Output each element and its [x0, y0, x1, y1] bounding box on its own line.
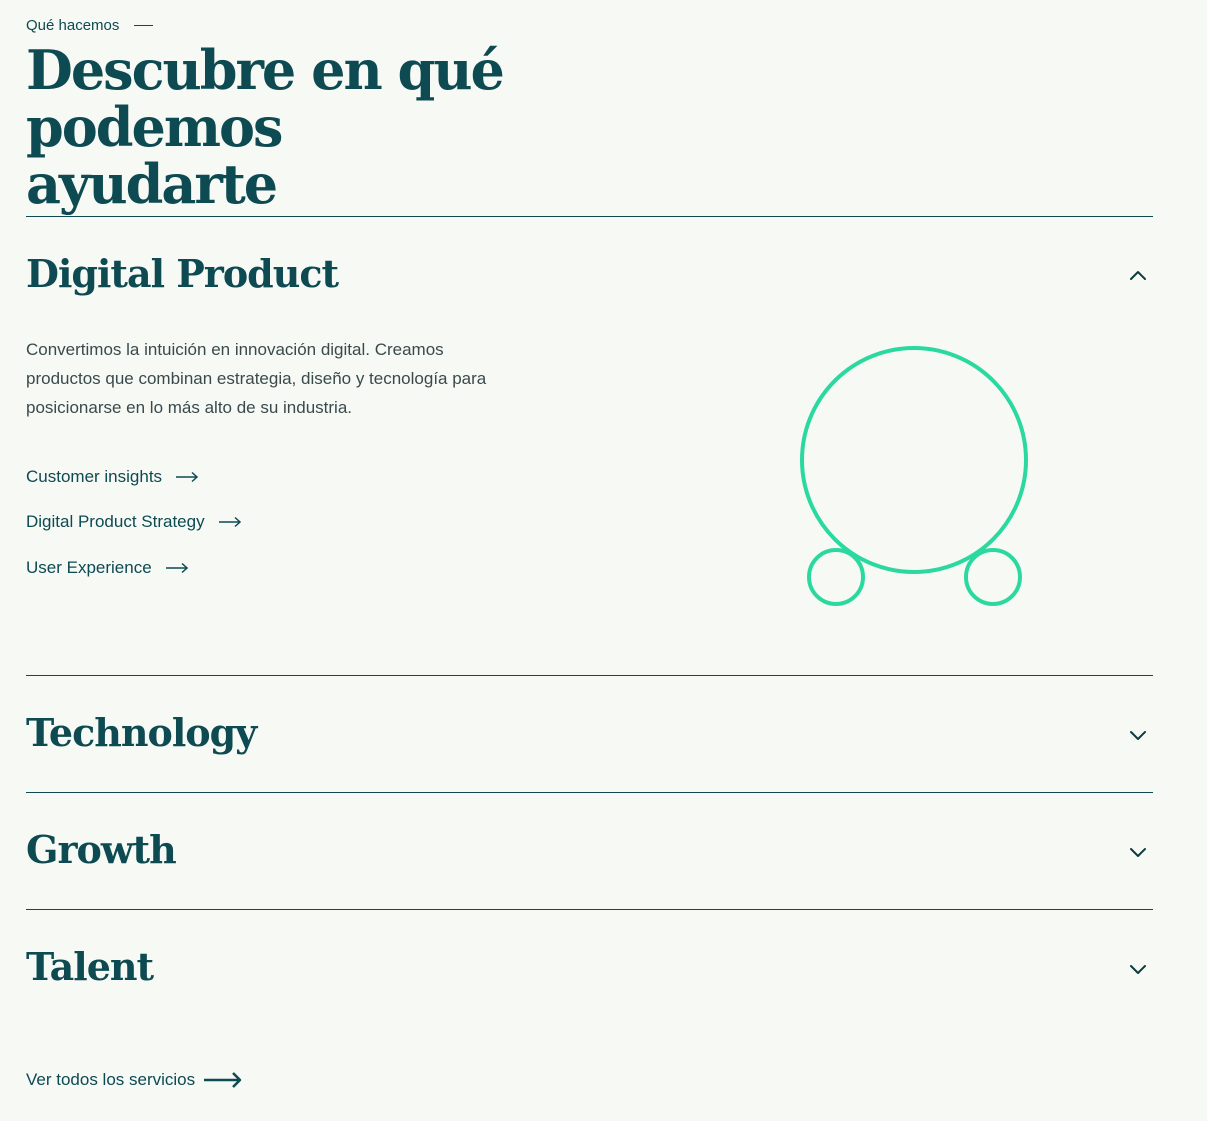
- page-headline: Descubre en qué podemos ayudarte: [26, 42, 546, 213]
- link-label: User Experience: [26, 558, 152, 577]
- chevron-down-icon[interactable]: [1126, 957, 1150, 981]
- chevron-down-icon[interactable]: [1126, 840, 1150, 864]
- arrow-right-icon: [165, 562, 188, 574]
- accordion-title-digital-product[interactable]: Digital Product: [26, 252, 339, 296]
- accordion-divider: [26, 792, 1153, 793]
- link-user-experience[interactable]: User Experience: [26, 556, 189, 580]
- arrow-right-icon: [218, 516, 241, 528]
- accordion-title-talent[interactable]: Talent: [26, 945, 154, 989]
- eyebrow-label: Qué hacemos: [26, 16, 120, 34]
- view-all-services-link[interactable]: Ver todos los servicios: [26, 1066, 243, 1094]
- accordion-divider: [26, 216, 1153, 217]
- arrow-right-icon: [176, 471, 199, 483]
- view-all-label: Ver todos los servicios: [26, 1070, 196, 1089]
- eyebrow: Qué hacemos: [26, 15, 154, 35]
- chevron-down-icon[interactable]: [1126, 723, 1150, 747]
- digital-product-description: Convertimos la intuición en innovación d…: [26, 340, 487, 417]
- chevron-up-icon[interactable]: [1126, 264, 1150, 288]
- eyebrow-line: [134, 24, 154, 26]
- link-label: Digital Product Strategy: [26, 512, 205, 531]
- arrow-right-icon: [204, 1072, 242, 1088]
- headline-line-2: podemos ayudarte: [26, 95, 283, 216]
- headline-line-1: Descubre en qué: [26, 38, 505, 102]
- accordion-divider: [26, 909, 1153, 910]
- link-customer-insights[interactable]: Customer insights: [26, 465, 199, 489]
- accordion-title-technology[interactable]: Technology: [26, 711, 257, 755]
- circles-illustration: [800, 346, 1028, 606]
- link-digital-product-strategy[interactable]: Digital Product Strategy: [26, 510, 242, 534]
- accordion-divider: [26, 675, 1153, 676]
- accordion-title-growth[interactable]: Growth: [26, 828, 177, 872]
- link-label: Customer insights: [26, 467, 163, 486]
